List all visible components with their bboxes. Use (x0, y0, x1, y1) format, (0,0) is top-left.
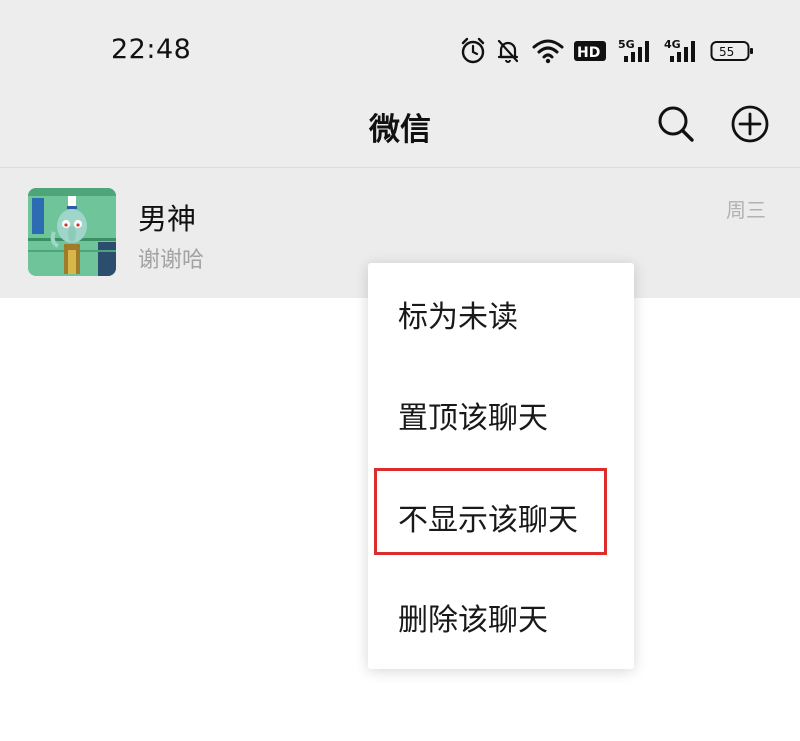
svg-text:4G: 4G (664, 38, 681, 51)
battery-level: 55 (719, 45, 734, 59)
svg-text:5G: 5G (618, 38, 635, 51)
menu-item-mark-unread[interactable]: 标为未读 (368, 268, 634, 368)
svg-text:HD: HD (577, 45, 600, 61)
hd-icon: HD (574, 39, 606, 63)
battery-icon: 55 (710, 39, 754, 63)
highlight-box (374, 468, 607, 555)
menu-item-delete-chat[interactable]: 删除该聊天 (368, 571, 634, 671)
chat-preview: 谢谢哈 (138, 248, 205, 273)
alarm-icon (460, 37, 486, 65)
plus-circle-icon (730, 104, 770, 144)
context-menu: 标为未读 置顶该聊天 不显示该聊天 删除该聊天 (368, 263, 634, 669)
top-bar: 22:48 HD 5G 4G 55 微信 (0, 0, 800, 168)
chat-time: 周三 (726, 198, 766, 222)
wifi-icon (532, 38, 564, 64)
menu-item-pin-chat[interactable]: 置顶该聊天 (368, 369, 634, 469)
status-icons: HD 5G 4G 55 (460, 36, 754, 66)
search-button[interactable] (656, 104, 696, 144)
bell-muted-icon (496, 38, 520, 64)
chat-name: 男神 (138, 202, 197, 236)
search-icon (656, 104, 696, 144)
avatar (28, 188, 116, 276)
signal-5g-icon: 5G (618, 37, 654, 65)
signal-4g-icon: 4G (664, 37, 700, 65)
status-time: 22:48 (111, 34, 192, 65)
add-button[interactable] (730, 104, 770, 144)
